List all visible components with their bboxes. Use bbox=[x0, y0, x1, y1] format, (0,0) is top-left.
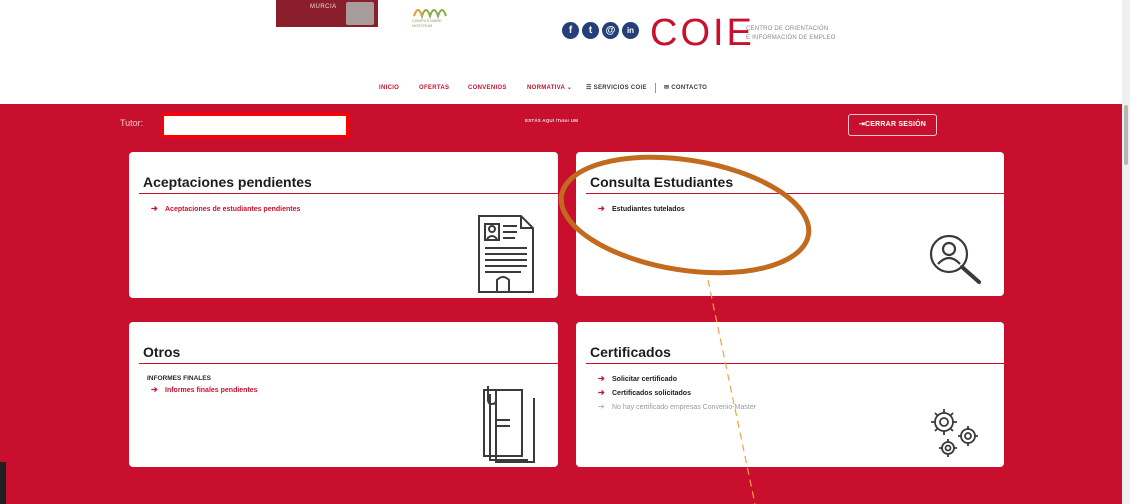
coie-tagline: CENTRO DE ORIENTACIÓN E INFORMACIÓN DE E… bbox=[746, 25, 836, 43]
link-label: Solicitar certificado bbox=[612, 376, 677, 383]
card-divider bbox=[586, 363, 1004, 364]
link-estudiantes-tutelados[interactable]: ➔ Estudiantes tutelados bbox=[598, 204, 685, 213]
main-nav: INICIO OFERTAS CONVENIOS NORMATIVA ⌄ ☰ S… bbox=[0, 82, 1130, 98]
nav-item-servicios-coie[interactable]: ☰ SERVICIOS COIE bbox=[586, 82, 647, 94]
arrow-right-icon: ➔ bbox=[598, 388, 605, 397]
page-scrollbar[interactable] bbox=[1122, 0, 1130, 504]
nav-item-ofertas[interactable]: OFERTAS bbox=[419, 82, 449, 94]
link-label: Aceptaciones de estudiantes pendientes bbox=[165, 206, 301, 213]
arrow-right-icon: ➔ bbox=[598, 402, 605, 411]
link-label: Informes finales pendientes bbox=[165, 387, 258, 394]
coie-tagline-line-1: CENTRO DE ORIENTACIÓN bbox=[746, 26, 829, 32]
card-certificados: Certificados ➔ Solicitar certificado ➔ Cer… bbox=[576, 322, 1004, 467]
facebook-icon[interactable]: f bbox=[562, 22, 579, 39]
coie-logo[interactable]: COIE bbox=[650, 14, 755, 52]
campus-mare-nostrum-logo[interactable]: CAMPUS MARE NOSTRUM bbox=[384, 0, 462, 28]
email-icon[interactable]: @ bbox=[602, 22, 619, 39]
university-logo-text: MURCIA bbox=[310, 4, 337, 10]
card-aceptaciones-pendientes: Aceptaciones pendientes ➔ Aceptaciones de… bbox=[129, 152, 558, 298]
tutor-label: Tutor: bbox=[120, 118, 144, 128]
arrow-right-icon: ➔ bbox=[151, 204, 158, 213]
arrow-right-icon: ➔ bbox=[598, 204, 605, 213]
settings-gears-icon bbox=[931, 409, 978, 457]
university-logo[interactable]: MURCIA bbox=[276, 0, 378, 27]
documents-stack-icon bbox=[483, 386, 535, 463]
link-aceptaciones-estudiantes[interactable]: ➔ Aceptaciones de estudiantes pendientes bbox=[151, 204, 300, 213]
tutor-name-redacted bbox=[161, 113, 349, 138]
link-label: Certificados solicitados bbox=[612, 390, 691, 397]
cmn-logo-subtitle: CAMPUS MARE NOSTRUM bbox=[412, 18, 442, 28]
search-user-icon bbox=[929, 234, 981, 284]
card-divider bbox=[139, 193, 558, 194]
card-title: Certificados bbox=[590, 344, 671, 360]
nav-item-convenios[interactable]: CONVENIOS bbox=[468, 82, 507, 94]
logout-button[interactable]: ⇥CERRAR SESIÓN bbox=[848, 114, 937, 136]
resume-document-icon bbox=[478, 215, 534, 293]
card-divider bbox=[139, 363, 558, 364]
card-title: Aceptaciones pendientes bbox=[143, 174, 312, 190]
notice-label: No hay certificado empresas Convenio-Mas… bbox=[612, 404, 756, 411]
nav-item-inicio[interactable]: INICIO bbox=[379, 82, 399, 94]
card-title: Consulta Estudiantes bbox=[590, 174, 734, 190]
site-header: MURCIA CAMPUS MARE NOSTRUM f t @ in COIE… bbox=[0, 0, 1130, 104]
nav-divider bbox=[655, 83, 656, 93]
link-label: Estudiantes tutelados bbox=[612, 206, 685, 213]
scrollbar-thumb[interactable] bbox=[1124, 105, 1128, 165]
link-certificados-solicitados[interactable]: ➔ Certificados solicitados bbox=[598, 388, 691, 397]
card-title: Otros bbox=[143, 344, 181, 360]
section-heading-informes-finales: INFORMES FINALES bbox=[147, 375, 211, 382]
arrow-right-icon: ➔ bbox=[598, 374, 605, 383]
notice-no-certificado: ➔ No hay certificado empresas Convenio-Ma… bbox=[598, 402, 756, 411]
university-seal-icon bbox=[346, 2, 374, 25]
card-consulta-estudiantes: Consulta Estudiantes ➔ Estudiantes tutela… bbox=[576, 152, 1004, 296]
nav-item-contacto[interactable]: ✉ CONTACTO bbox=[664, 82, 707, 94]
link-informes-finales-pendientes[interactable]: ➔ Informes finales pendientes bbox=[151, 385, 258, 394]
twitter-icon[interactable]: t bbox=[582, 22, 599, 39]
coie-tagline-line-2: E INFORMACIÓN DE EMPLEO bbox=[746, 35, 836, 41]
left-edge-shadow bbox=[0, 462, 6, 504]
card-divider bbox=[586, 193, 1004, 194]
arrow-right-icon: ➔ bbox=[151, 385, 158, 394]
breadcrumb: ESTÁS AQUÍ /Tutor UM bbox=[525, 118, 579, 123]
link-solicitar-certificado[interactable]: ➔ Solicitar certificado bbox=[598, 374, 677, 383]
card-otros: Otros INFORMES FINALES ➔ Informes finales… bbox=[129, 322, 558, 467]
nav-item-normativa[interactable]: NORMATIVA ⌄ bbox=[527, 82, 572, 94]
linkedin-icon[interactable]: in bbox=[622, 22, 639, 39]
